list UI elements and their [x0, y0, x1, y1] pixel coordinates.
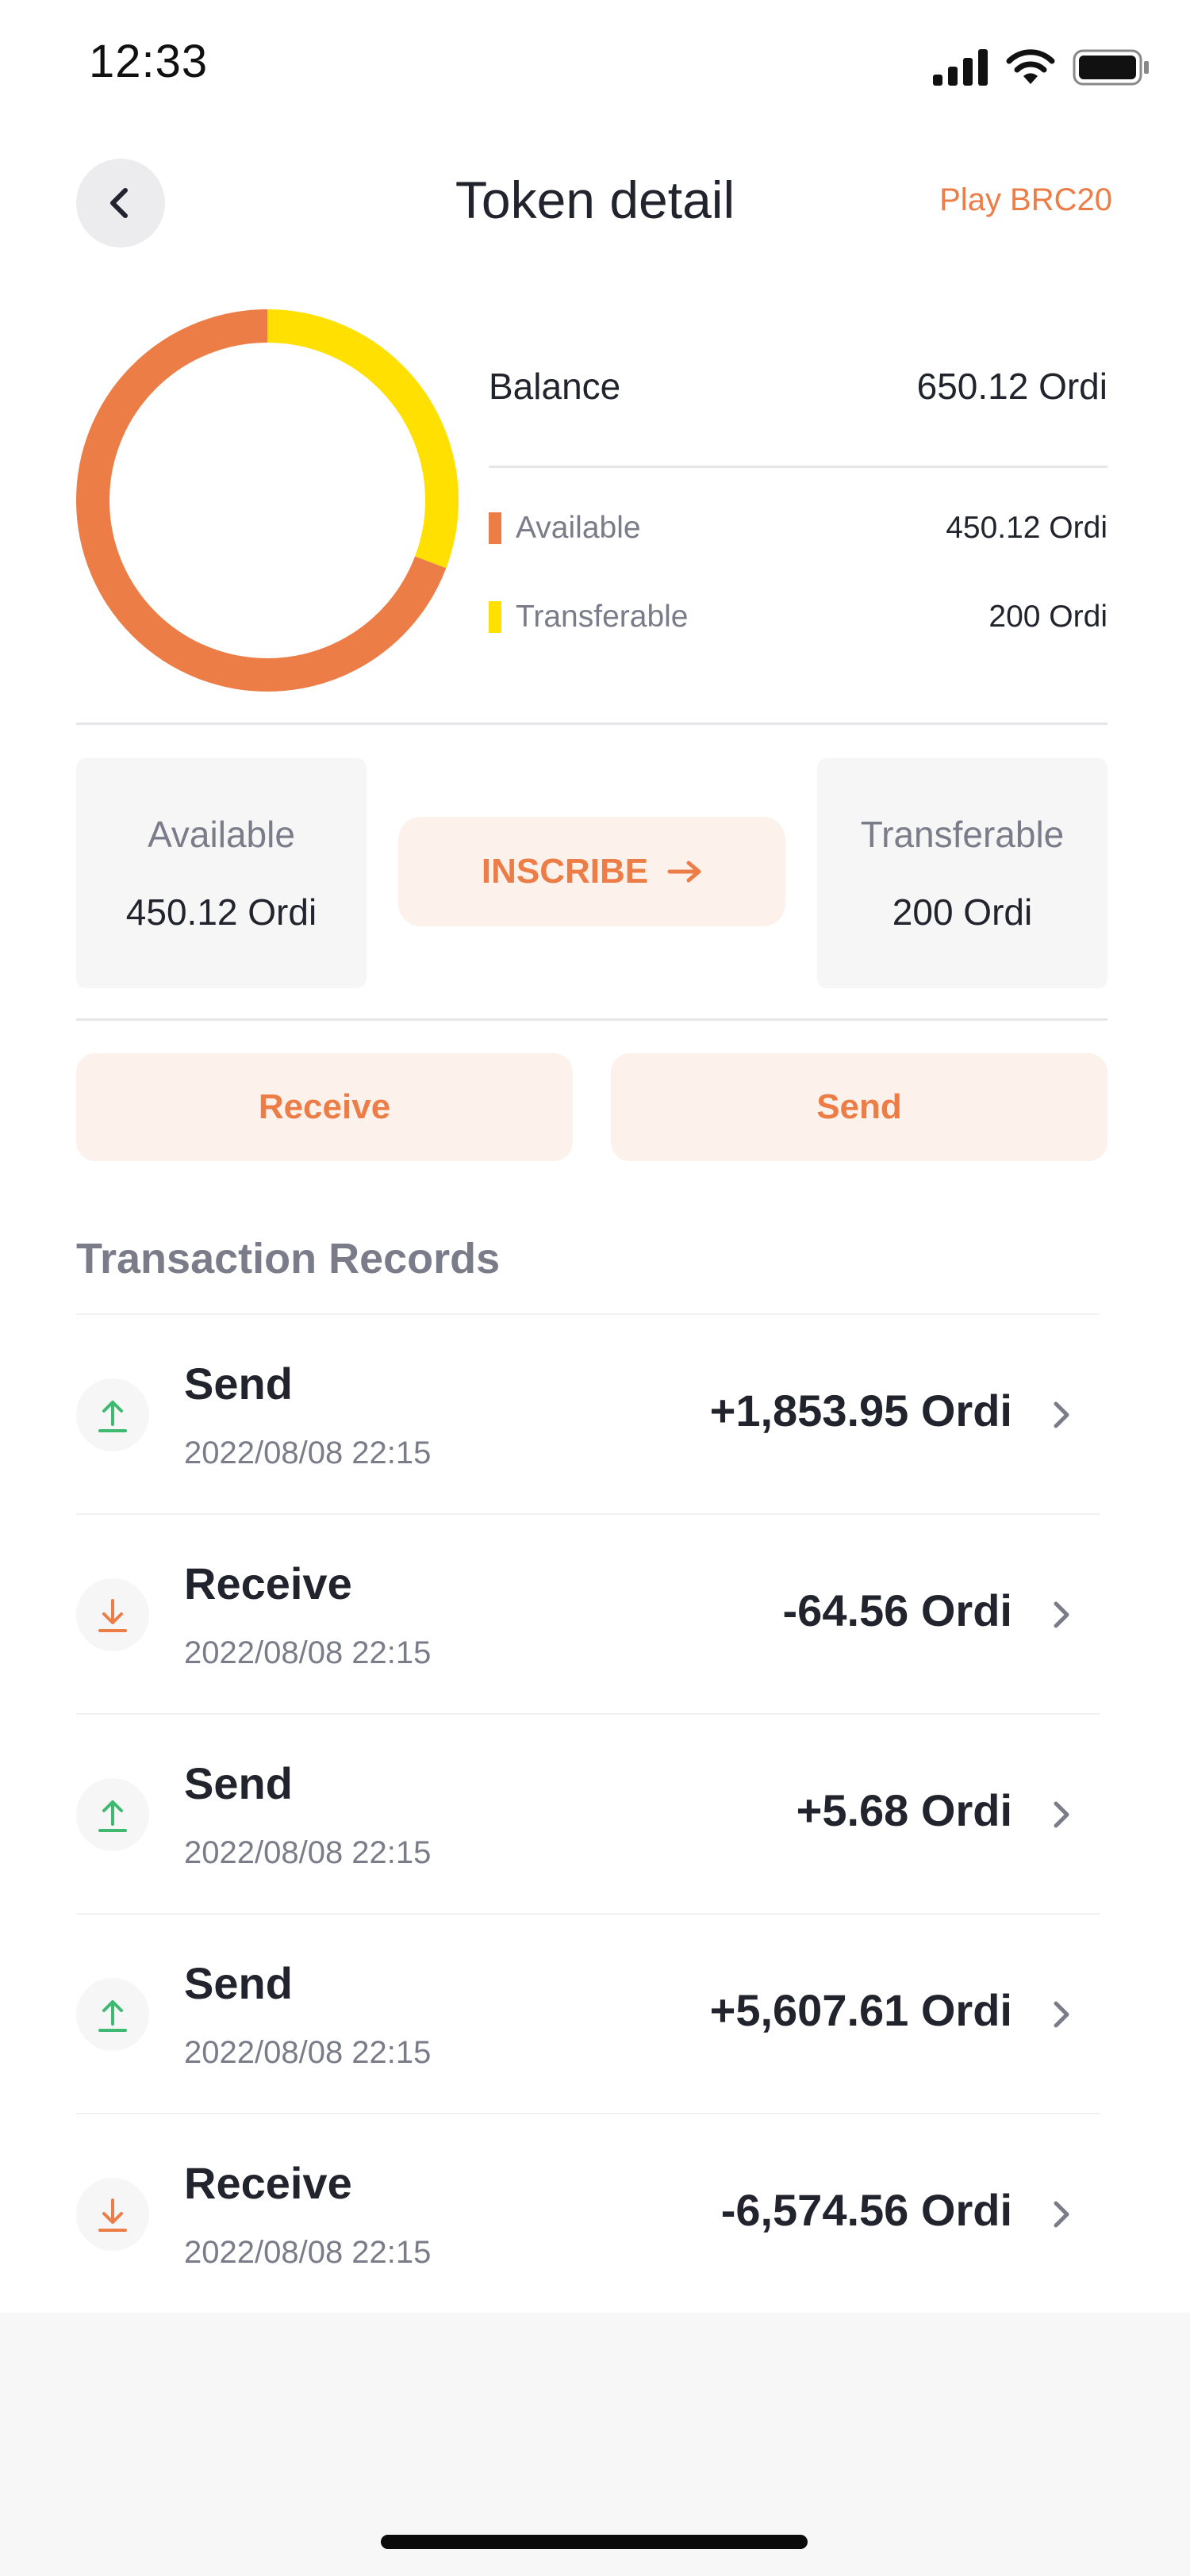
transaction-row[interactable]: Send 2022/08/08 22:15 +5.68 Ordi: [76, 1713, 1100, 1913]
legend-value: 450.12 Ordi: [946, 511, 1107, 545]
transaction-list: Send 2022/08/08 22:15 +1,853.95 Ordi Rec…: [76, 1313, 1100, 2313]
receive-button-label: Receive: [258, 1087, 391, 1126]
transaction-records-title: Transaction Records: [76, 1235, 501, 1282]
legend-swatch-available: [489, 512, 501, 544]
transaction-row[interactable]: Receive 2022/08/08 22:15 -6,574.56 Ordi: [76, 2113, 1100, 2313]
chevron-right-icon: [1046, 1396, 1077, 1434]
section-divider: [76, 723, 1107, 725]
balance-value: 650.12 Ordi: [916, 366, 1107, 407]
transaction-type: Receive: [184, 1558, 352, 1608]
transferable-card-value: 200 Ordi: [892, 891, 1033, 933]
inscribe-label: INSCRIBE: [481, 852, 649, 891]
transaction-row[interactable]: Send 2022/08/08 22:15 +5,607.61 Ordi: [76, 1913, 1100, 2113]
transaction-row[interactable]: Send 2022/08/08 22:15 +1,853.95 Ordi: [76, 1313, 1100, 1513]
signal-icon: [933, 49, 988, 86]
upload-icon: [76, 1778, 149, 1851]
transaction-amount: +5,607.61 Ordi: [709, 1985, 1012, 2035]
legend-value: 200 Ordi: [988, 600, 1107, 634]
available-card-value: 450.12 Ordi: [125, 891, 317, 933]
available-card: Available 450.12 Ordi: [76, 758, 367, 988]
transaction-amount: -6,574.56 Ordi: [720, 2185, 1012, 2235]
play-brc20-link[interactable]: Play BRC20: [939, 182, 1112, 218]
download-icon: [76, 1578, 149, 1651]
download-icon: [76, 2178, 149, 2251]
transferable-card-label: Transferable: [860, 814, 1065, 855]
send-button-label: Send: [816, 1087, 902, 1126]
transaction-date: 2022/08/08 22:15: [184, 2235, 432, 2270]
chevron-right-icon: [1046, 2195, 1077, 2233]
transaction-type: Send: [184, 1958, 293, 2008]
transaction-row[interactable]: Receive 2022/08/08 22:15 -64.56 Ordi: [76, 1513, 1100, 1713]
transaction-type: Send: [184, 1758, 293, 1808]
balance-row: Balance 650.12 Ordi: [489, 365, 1107, 408]
send-button[interactable]: Send: [611, 1053, 1107, 1161]
section-divider: [76, 1018, 1107, 1021]
balance-divider: [489, 466, 1107, 468]
legend-available: Available 450.12 Ordi: [489, 511, 1107, 546]
upload-icon: [76, 1978, 149, 2051]
transaction-date: 2022/08/08 22:15: [184, 1436, 432, 1470]
legend-label: Transferable: [516, 600, 689, 634]
transaction-type: Send: [184, 1359, 293, 1409]
transaction-date: 2022/08/08 22:15: [184, 2035, 432, 2070]
transaction-amount: +1,853.95 Ordi: [709, 1386, 1012, 1436]
home-indicator[interactable]: [381, 2535, 808, 2549]
status-bar: 12:33: [0, 0, 1190, 135]
transferable-card: Transferable 200 Ordi: [817, 758, 1107, 988]
transaction-amount: -64.56 Ordi: [782, 1585, 1012, 1635]
battery-icon: [1073, 49, 1149, 86]
legend-label: Available: [516, 511, 641, 545]
transaction-type: Receive: [184, 2158, 352, 2208]
transaction-amount: +5.68 Ordi: [796, 1785, 1012, 1835]
legend-transferable: Transferable 200 Ordi: [489, 600, 1107, 634]
transaction-date: 2022/08/08 22:15: [184, 1635, 432, 1670]
upload-icon: [76, 1378, 149, 1451]
inscribe-button[interactable]: INSCRIBE: [398, 817, 785, 926]
available-card-label: Available: [148, 814, 295, 855]
status-time: 12:33: [89, 36, 209, 87]
transaction-date: 2022/08/08 22:15: [184, 1835, 432, 1870]
chevron-right-icon: [1046, 1796, 1077, 1834]
chevron-right-icon: [1046, 1596, 1077, 1634]
status-icons: [933, 49, 1150, 86]
legend-swatch-transferable: [489, 601, 501, 633]
balance-label: Balance: [489, 366, 621, 407]
wifi-icon: [1006, 49, 1055, 84]
balance-donut-chart: [76, 309, 459, 692]
receive-button[interactable]: Receive: [76, 1053, 573, 1161]
arrow-right-icon: [667, 861, 701, 883]
chevron-right-icon: [1046, 1995, 1077, 2034]
